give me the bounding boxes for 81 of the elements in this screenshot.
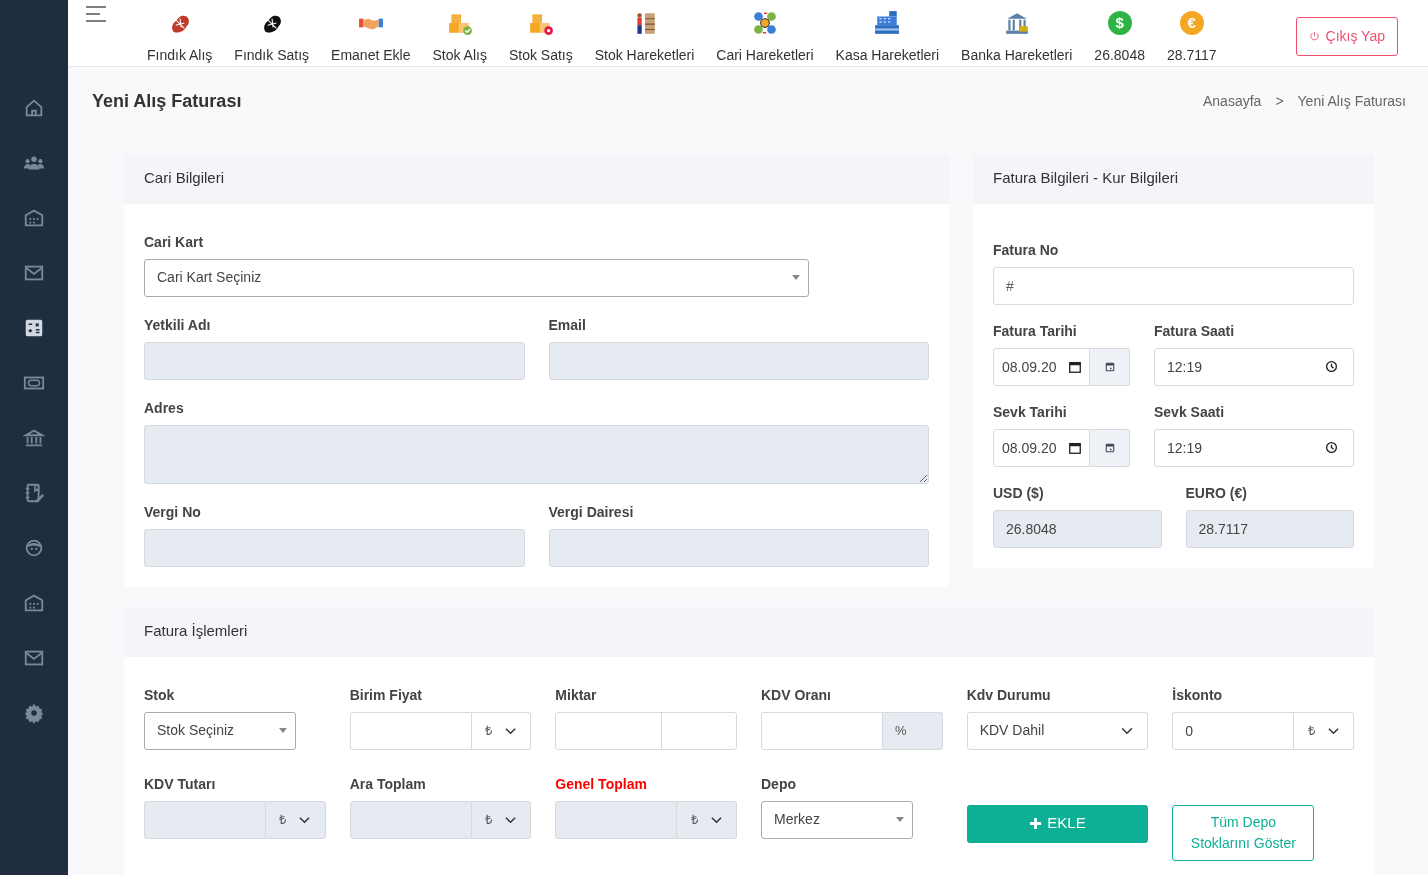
power-icon — [1308, 31, 1320, 42]
warehouse-icon[interactable] — [23, 207, 45, 229]
page-title: Yeni Alış Faturası — [92, 91, 242, 113]
calendar-icon — [1068, 440, 1082, 455]
breadcrumb-current: Yeni Alış Faturası — [1297, 92, 1406, 112]
field-label: EURO (€) — [1185, 484, 1248, 502]
select-field[interactable]: Merkez — [761, 800, 913, 839]
calendar-icon — [1103, 441, 1116, 454]
field-label: Vergi No — [144, 503, 202, 521]
clock-icon — [1325, 440, 1338, 454]
field-label: Fatura Tarihi — [993, 322, 1078, 340]
field-label: Sevk Saati — [1154, 403, 1226, 421]
input-field[interactable]: 0 — [1172, 711, 1295, 750]
card-title: Cari Bilgileri — [144, 168, 225, 189]
select-field[interactable]: Stok Seçiniz — [144, 711, 296, 750]
field-label: Kdv Durumu — [966, 686, 1052, 704]
input-field[interactable]: # — [993, 266, 1354, 305]
field-label: İskonto — [1172, 686, 1224, 704]
nav-link[interactable]: Fındık Alış — [136, 0, 224, 66]
currency-dropdown[interactable]: ₺ — [471, 711, 532, 750]
field-label: KDV Tutarı — [144, 775, 217, 793]
select-field[interactable]: KDV Dahil — [966, 711, 1149, 750]
nav-link[interactable]: Fındık Satış — [223, 0, 321, 66]
date-field[interactable]: 08.09.20 — [993, 347, 1090, 386]
field-label: Fatura Saati — [1154, 322, 1236, 340]
coin-icon: $ — [1107, 11, 1132, 35]
field-label: Genel Toplam — [555, 775, 648, 793]
coin-icon: € — [1179, 11, 1204, 35]
field-label: Birim Fiyat — [349, 686, 423, 704]
date-field[interactable]: 08.09.20 — [993, 428, 1090, 467]
clock-icon — [1325, 359, 1338, 373]
percent-addon: % — [883, 711, 943, 750]
field-label: Depo — [761, 775, 797, 793]
plus-icon — [1029, 817, 1043, 831]
field-label: Adres — [144, 399, 185, 417]
logout-button[interactable]: Çıkış Yap — [1295, 17, 1398, 56]
card-title: Fatura İşlemleri — [144, 621, 248, 642]
nav-link[interactable]: Banka Hareketleri — [950, 0, 1084, 66]
input-field[interactable] — [555, 711, 663, 750]
input-field[interactable] — [349, 711, 472, 750]
warehouse-icon[interactable] — [23, 592, 45, 614]
calendar-button[interactable] — [1090, 428, 1130, 467]
breadcrumb-link[interactable]: Anasayfa — [1203, 91, 1262, 113]
input-field[interactable] — [661, 711, 737, 750]
field-label: Email — [548, 316, 587, 334]
exchange-icon — [751, 10, 778, 36]
select-field[interactable]: Cari Kart Seçiniz — [144, 258, 809, 297]
nav-link[interactable]: Stok Alış — [421, 0, 498, 66]
card-title: Fatura Bilgileri - Kur Bilgileri — [993, 168, 1179, 189]
field-label: Vergi Dairesi — [548, 503, 635, 521]
field-label: Miktar — [555, 686, 598, 704]
calculator-icon[interactable] — [23, 317, 45, 339]
field-label: USD ($) — [993, 484, 1045, 502]
nav-link[interactable]: Emanet Ekle — [320, 0, 422, 66]
cash-register-icon — [874, 10, 901, 36]
calendar-button[interactable] — [1090, 347, 1130, 386]
field-label: Sevk Tarihi — [993, 403, 1068, 421]
home-icon[interactable] — [23, 97, 45, 119]
calendar-icon — [1103, 360, 1116, 373]
time-field[interactable]: 12:19 — [1154, 428, 1354, 467]
input-field[interactable] — [761, 711, 883, 750]
currency-dropdown[interactable]: ₺ — [1294, 711, 1354, 750]
nav-link[interactable]: Cari Hareketleri — [705, 0, 825, 66]
notebook-icon[interactable] — [23, 482, 45, 504]
nav-link[interactable]: Stok Satış — [497, 0, 584, 66]
field-label: Ara Toplam — [349, 775, 427, 793]
field-label: KDV Oranı — [761, 686, 832, 704]
nav-link[interactable]: Kasa Hareketleri — [824, 0, 951, 66]
nav-link[interactable]: $ 26.8048 — [1083, 0, 1156, 66]
menu-icon[interactable] — [86, 6, 106, 22]
nav-link[interactable]: Stok Hareketleri — [583, 0, 706, 66]
bank-icon[interactable] — [23, 427, 45, 449]
nav-link[interactable]: € 28.7117 — [1155, 0, 1228, 66]
field-label: Cari Kart — [144, 233, 205, 251]
field-label: Fatura No — [993, 241, 1060, 259]
calendar-icon — [1068, 359, 1082, 374]
time-field[interactable]: 12:19 — [1154, 347, 1354, 386]
field-label: Yetkili Adı — [144, 316, 212, 334]
settings-icon[interactable] — [23, 702, 45, 724]
breadcrumb-separator: > — [1275, 92, 1284, 112]
field-label: Stok — [144, 686, 176, 704]
